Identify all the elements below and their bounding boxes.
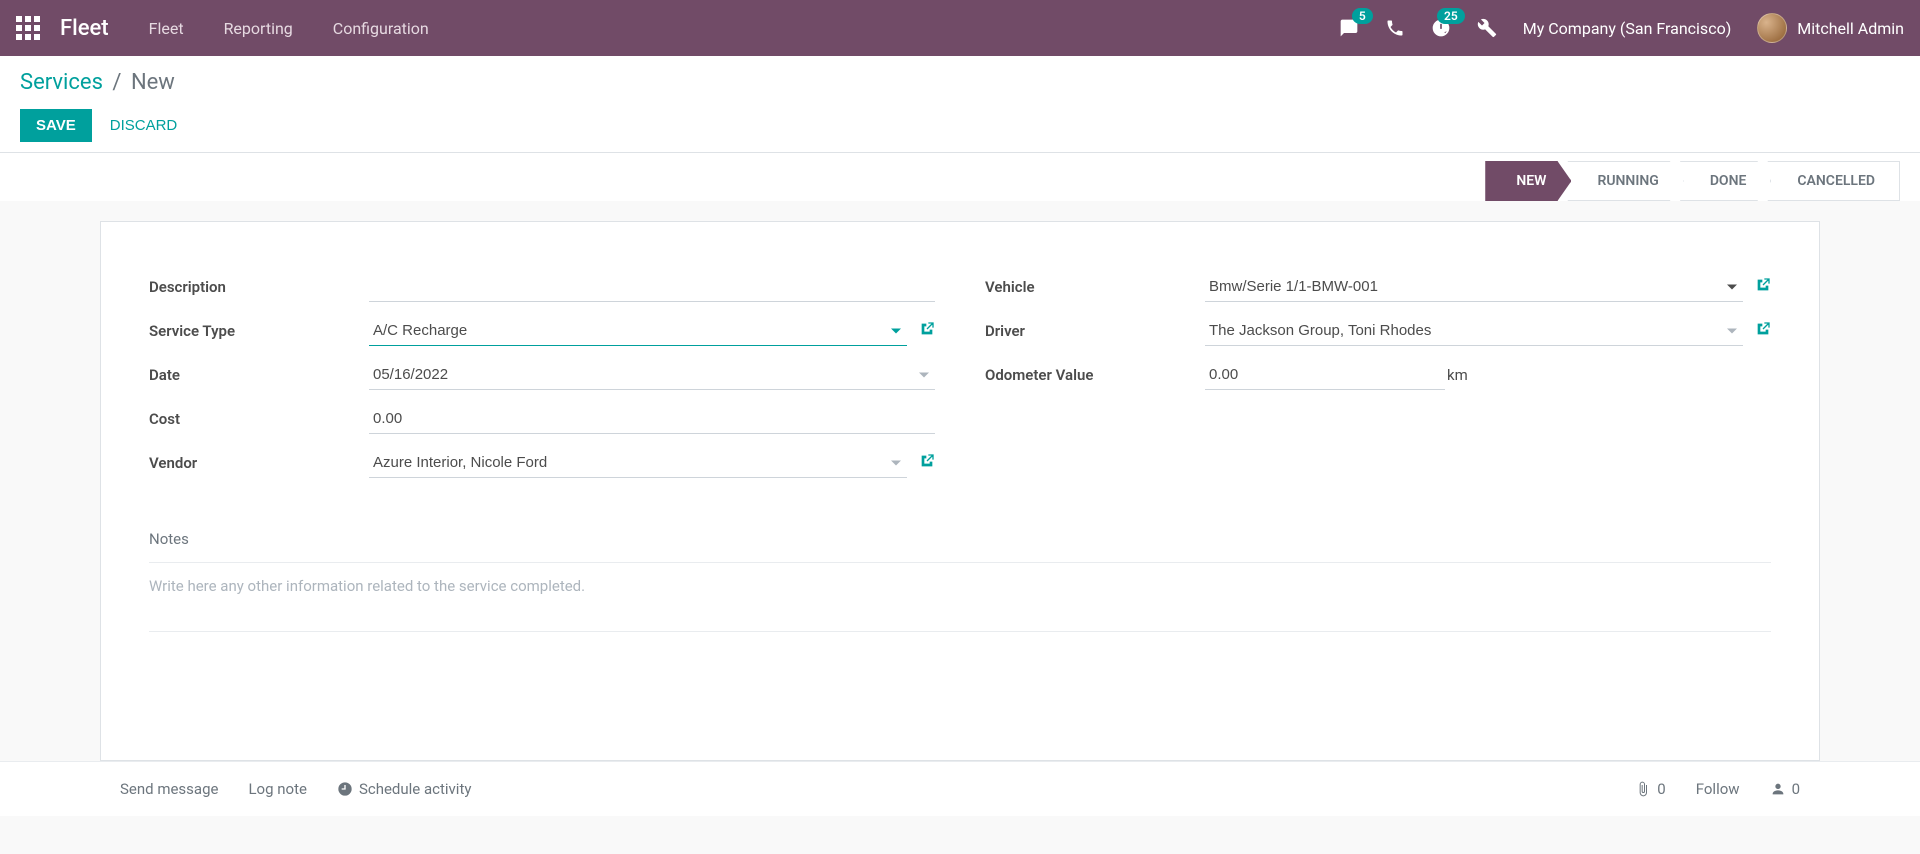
top-navbar: Fleet Fleet Reporting Configuration 5 25… — [0, 0, 1920, 56]
label-vendor: Vendor — [149, 454, 369, 472]
app-brand[interactable]: Fleet — [60, 16, 109, 41]
followers-button[interactable]: 0 — [1770, 780, 1800, 798]
breadcrumb-separator: / — [112, 70, 121, 95]
dropdown-caret-icon[interactable] — [891, 461, 901, 466]
label-cost: Cost — [149, 410, 369, 428]
dropdown-caret-icon[interactable] — [1727, 285, 1737, 290]
nav-link-reporting[interactable]: Reporting — [224, 19, 293, 38]
person-icon — [1770, 781, 1786, 797]
phone-icon[interactable] — [1385, 18, 1405, 38]
messages-badge: 5 — [1352, 8, 1373, 24]
nav-links: Fleet Reporting Configuration — [149, 19, 429, 38]
label-driver: Driver — [985, 322, 1205, 340]
description-input[interactable] — [369, 272, 935, 302]
breadcrumb-root[interactable]: Services — [20, 70, 103, 95]
cost-input[interactable] — [369, 404, 935, 434]
external-link-icon[interactable] — [919, 453, 935, 473]
avatar — [1757, 13, 1787, 43]
form-sheet: Description Service Type — [100, 221, 1820, 761]
breadcrumb: Services / New — [20, 70, 1900, 95]
followers-count: 0 — [1792, 780, 1800, 798]
service-type-input[interactable] — [369, 316, 907, 346]
nav-link-fleet[interactable]: Fleet — [149, 19, 184, 38]
external-link-icon[interactable] — [919, 321, 935, 341]
schedule-activity-label: Schedule activity — [359, 780, 472, 798]
date-input[interactable] — [369, 360, 935, 390]
follow-button[interactable]: Follow — [1696, 780, 1740, 798]
schedule-activity-button[interactable]: Schedule activity — [337, 780, 472, 798]
label-service-type: Service Type — [149, 322, 369, 340]
discard-button[interactable]: Discard — [110, 117, 178, 134]
clock-icon — [337, 781, 353, 797]
status-step-new[interactable]: NEW — [1485, 161, 1571, 201]
status-step-running[interactable]: RUNNING — [1567, 161, 1683, 201]
paperclip-icon — [1635, 781, 1651, 797]
status-step-cancelled[interactable]: CANCELLED — [1767, 161, 1900, 201]
attachments-button[interactable]: 0 — [1635, 780, 1665, 798]
external-link-icon[interactable] — [1755, 321, 1771, 341]
debug-icon[interactable] — [1477, 18, 1497, 38]
activities-badge: 25 — [1437, 8, 1465, 24]
control-panel: Services / New Save Discard — [0, 56, 1920, 153]
driver-input[interactable] — [1205, 316, 1743, 346]
label-date: Date — [149, 366, 369, 384]
content-area: NEW RUNNING DONE CANCELLED Description S… — [0, 153, 1920, 854]
messages-icon[interactable]: 5 — [1339, 18, 1359, 38]
chatter-bar: Send message Log note Schedule activity … — [0, 761, 1920, 816]
user-menu[interactable]: Mitchell Admin — [1757, 13, 1904, 43]
status-bar: NEW RUNNING DONE CANCELLED — [0, 153, 1920, 201]
save-button[interactable]: Save — [20, 109, 92, 142]
odometer-unit: km — [1447, 366, 1468, 384]
user-name: Mitchell Admin — [1797, 19, 1904, 38]
label-notes: Notes — [149, 530, 1771, 548]
status-step-done[interactable]: DONE — [1680, 161, 1772, 201]
dropdown-caret-icon[interactable] — [891, 329, 901, 334]
vendor-input[interactable] — [369, 448, 907, 478]
activities-icon[interactable]: 25 — [1431, 18, 1451, 38]
dropdown-caret-icon[interactable] — [919, 373, 929, 378]
label-odometer: Odometer Value — [985, 366, 1205, 384]
odometer-input[interactable] — [1205, 360, 1445, 390]
dropdown-caret-icon[interactable] — [1727, 329, 1737, 334]
label-vehicle: Vehicle — [985, 278, 1205, 296]
log-note-button[interactable]: Log note — [248, 780, 306, 798]
external-link-icon[interactable] — [1755, 277, 1771, 297]
notes-textarea[interactable] — [149, 577, 1771, 613]
attachments-count: 0 — [1657, 780, 1665, 798]
breadcrumb-current: New — [131, 70, 175, 95]
label-description: Description — [149, 278, 369, 296]
apps-icon[interactable] — [16, 16, 40, 40]
send-message-button[interactable]: Send message — [120, 780, 218, 798]
company-selector[interactable]: My Company (San Francisco) — [1523, 19, 1732, 38]
vehicle-input[interactable] — [1205, 272, 1743, 302]
nav-link-configuration[interactable]: Configuration — [333, 19, 429, 38]
